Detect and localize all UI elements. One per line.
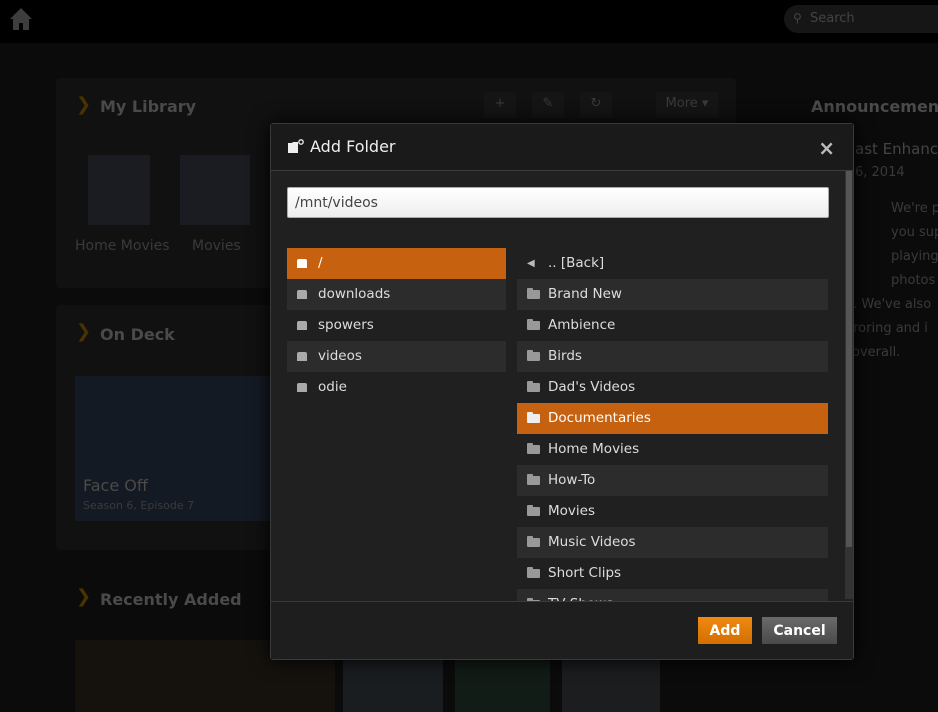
top-bar: ⚲ Search — [0, 0, 938, 43]
root-item-label: downloads — [318, 286, 391, 302]
root-item-label: spowers — [318, 317, 374, 333]
recently-added-title: Recently Added — [100, 590, 242, 609]
folder-icon — [527, 319, 540, 330]
folder-item[interactable]: Birds — [517, 341, 828, 372]
search-icon: ⚲ — [793, 11, 802, 25]
folder-icon — [527, 443, 540, 454]
folder-item-label: Documentaries — [548, 410, 651, 426]
folder-item[interactable]: Documentaries — [517, 403, 828, 434]
folder-icon — [527, 381, 540, 392]
root-item[interactable]: odie — [287, 372, 506, 403]
more-button[interactable]: More ▾ — [656, 92, 718, 118]
folder-item-label: Birds — [548, 348, 582, 364]
search-placeholder: Search — [810, 11, 855, 26]
folder-icon — [527, 412, 540, 423]
folder-item[interactable]: Music Videos — [517, 527, 828, 558]
folder-item-label: Ambience — [548, 317, 616, 333]
add-folder-dialog: Add Folder × / downloads spowers videos odie… — [270, 123, 854, 660]
recent-thumb[interactable] — [562, 660, 660, 712]
folder-icon — [527, 474, 540, 485]
root-item[interactable]: videos — [287, 341, 506, 372]
folder-icon — [527, 350, 540, 361]
chevron-icon: ❯ — [76, 94, 92, 115]
announcement-title: ast Enhance — [855, 140, 938, 158]
add-library-button[interactable]: + — [484, 92, 516, 118]
drive-icon — [297, 352, 307, 361]
announcement-line: t. We've also — [848, 297, 932, 312]
folder-item-label: Brand New — [548, 286, 622, 302]
refresh-button[interactable]: ↻ — [580, 92, 612, 118]
search-input[interactable]: ⚲ Search — [784, 5, 938, 33]
folder-item-label: Short Clips — [548, 565, 622, 581]
root-item-label: / — [318, 255, 323, 271]
edit-button[interactable]: ✎ — [532, 92, 564, 118]
on-deck-title: On Deck — [100, 325, 175, 344]
my-library-title: My Library — [100, 97, 197, 116]
folder-item[interactable]: Home Movies — [517, 434, 828, 465]
root-list: / downloads spowers videos odie — [287, 248, 506, 403]
folder-icon — [527, 288, 540, 299]
root-item[interactable]: / — [287, 248, 506, 279]
folder-icon — [527, 536, 540, 547]
chevron-icon: ❯ — [76, 586, 92, 607]
folder-item-label: Music Videos — [548, 534, 636, 550]
drive-icon — [297, 259, 307, 268]
root-item-label: odie — [318, 379, 347, 395]
folder-list: ◀ .. [Back] Brand New Ambience Birds Dad's Vi… — [517, 248, 828, 601]
path-input[interactable] — [287, 187, 829, 218]
drive-icon — [297, 321, 307, 330]
scrollbar[interactable] — [845, 171, 853, 599]
announcement-line: rroring and i — [848, 321, 928, 336]
folder-item[interactable]: Ambience — [517, 310, 828, 341]
root-item[interactable]: spowers — [287, 310, 506, 341]
dialog-footer: Add Cancel — [271, 601, 853, 659]
add-folder-icon — [288, 139, 304, 153]
folder-item-label: Movies — [548, 503, 595, 519]
scrollbar-thumb[interactable] — [846, 171, 852, 547]
folder-item[interactable]: Dad's Videos — [517, 372, 828, 403]
back-item[interactable]: ◀ .. [Back] — [517, 248, 828, 279]
announcement-date: 6, 2014 — [855, 165, 905, 180]
drive-icon — [297, 383, 307, 392]
recent-thumb[interactable] — [343, 660, 443, 712]
library-item[interactable]: Movies — [192, 238, 241, 254]
folder-item-label: How-To — [548, 472, 596, 488]
root-item[interactable]: downloads — [287, 279, 506, 310]
dialog-title: Add Folder — [310, 137, 396, 156]
chevron-icon: ❯ — [76, 321, 92, 342]
add-button[interactable]: Add — [698, 617, 752, 644]
back-arrow-icon: ◀ — [527, 258, 535, 269]
folder-icon — [527, 567, 540, 578]
close-icon[interactable]: × — [818, 136, 835, 160]
folder-item[interactable]: Short Clips — [517, 558, 828, 589]
back-label: .. [Back] — [548, 255, 605, 271]
recent-thumb[interactable] — [455, 660, 550, 712]
home-movies-thumb[interactable] — [88, 155, 150, 225]
announcement-line: playing — [891, 249, 938, 264]
drive-icon — [297, 290, 307, 299]
movies-thumb[interactable] — [180, 155, 250, 225]
announcements-title: Announcements — [811, 97, 938, 116]
folder-item-label: Home Movies — [548, 441, 640, 457]
folder-item[interactable]: TV Shows — [517, 589, 828, 601]
folder-item-label: Dad's Videos — [548, 379, 636, 395]
folder-item[interactable]: Movies — [517, 496, 828, 527]
folder-icon — [527, 505, 540, 516]
library-item[interactable]: Home Movies — [75, 238, 170, 254]
folder-item[interactable]: Brand New — [517, 279, 828, 310]
announcement-line: We're p — [891, 201, 938, 216]
home-icon[interactable] — [8, 6, 34, 32]
on-deck-item-subtitle: Season 6, Episode 7 — [83, 499, 195, 512]
dialog-header: Add Folder × — [271, 124, 853, 171]
folder-item[interactable]: How-To — [517, 465, 828, 496]
cancel-button[interactable]: Cancel — [762, 617, 837, 644]
announcement-line: photos — [891, 273, 936, 288]
announcement-line: overall. — [852, 345, 901, 360]
root-item-label: videos — [318, 348, 362, 364]
announcement-line: you sup — [891, 225, 938, 240]
on-deck-item-title: Face Off — [83, 476, 148, 495]
